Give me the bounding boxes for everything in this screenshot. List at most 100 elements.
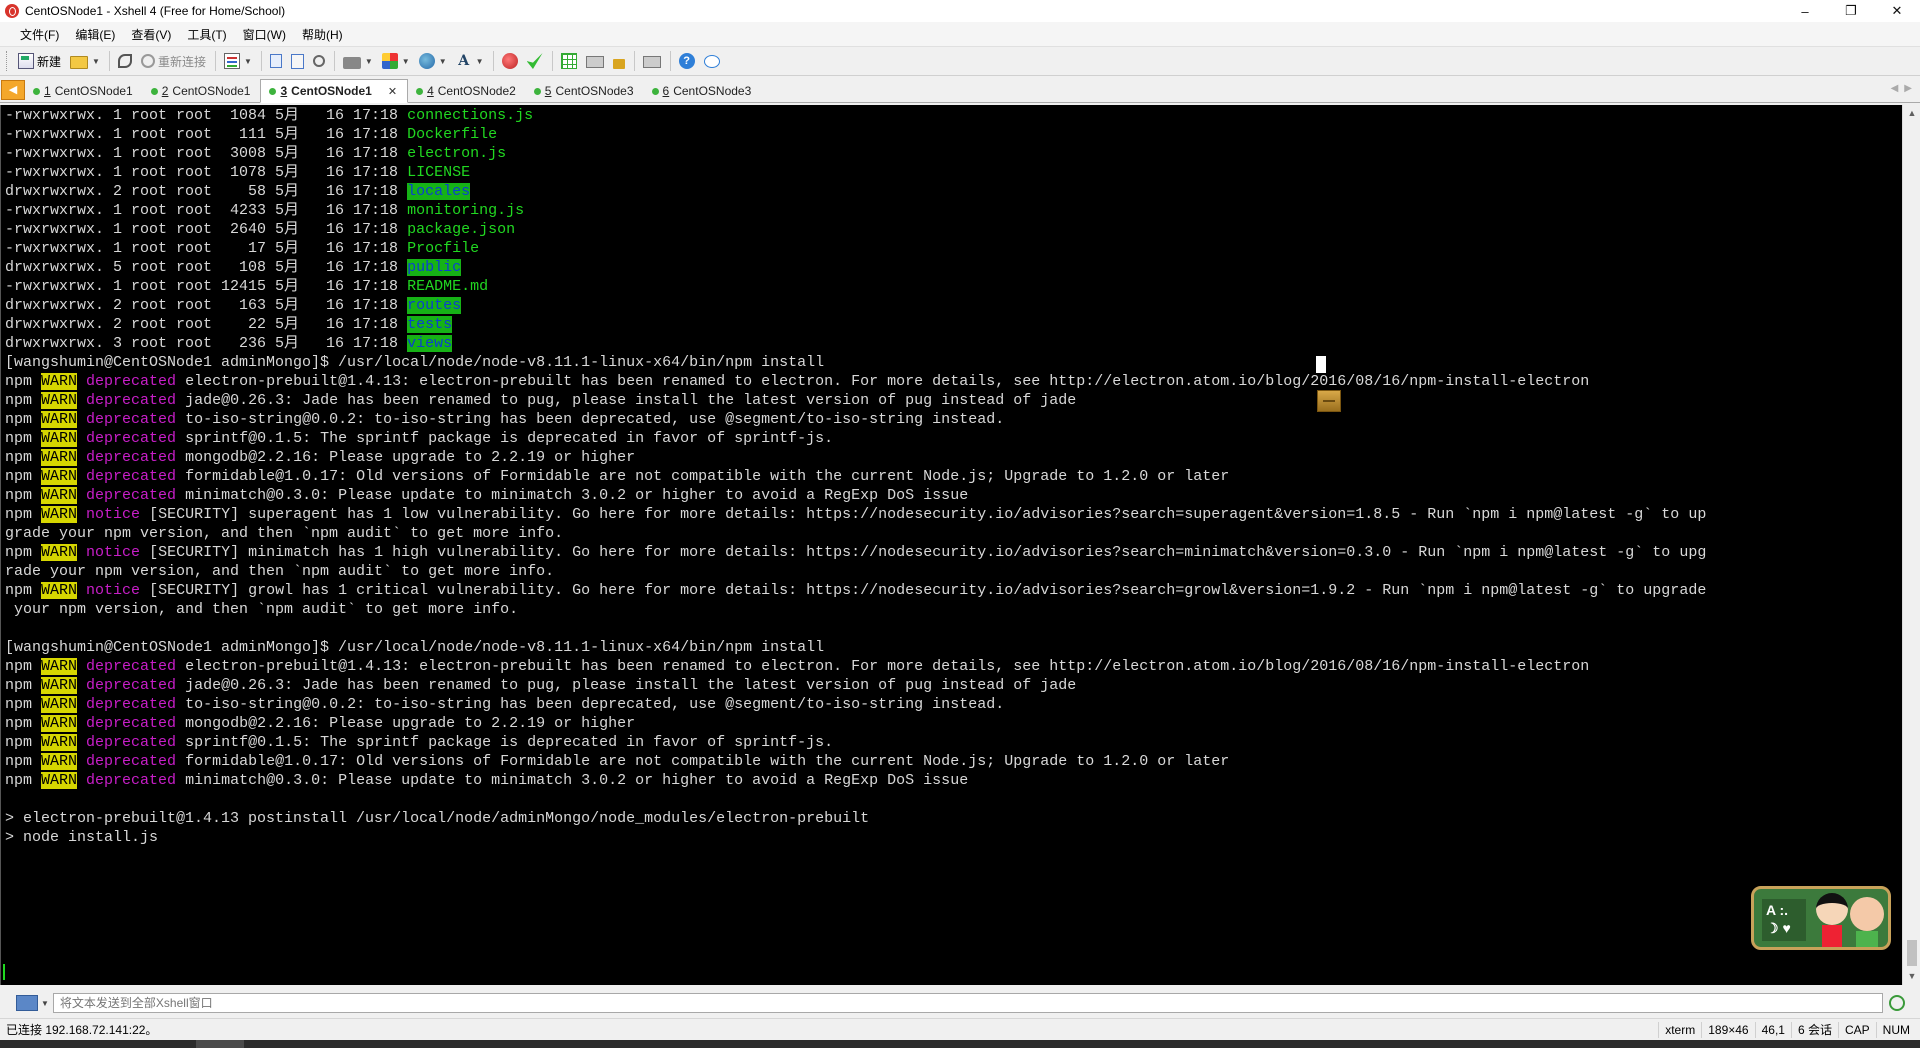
tab-session-3[interactable]: 3 CentOSNode1 ✕ [260,79,409,103]
paste-icon [290,53,304,69]
terminal-text: -rwxrwxrwx. 1 root root 1078 5月 16 17:18 [5,164,408,181]
new-session-button[interactable]: 新建 [14,50,65,72]
log-level-tag: deprecated [86,373,177,390]
tab-scroll-right-icon[interactable]: ▶ [1904,83,1912,94]
properties-button[interactable]: ▼ [220,50,256,72]
open-button[interactable]: ▼ [66,50,104,72]
compose-button[interactable] [582,50,608,72]
toolbar-grip[interactable] [6,51,9,71]
tab-session-6[interactable]: 6 CentOSNode3 [644,80,762,102]
compose-icon [585,56,604,68]
terminal-line: drwxrwxrwx. 2 root root 22 5月 16 17:18 t… [5,315,1706,334]
chevron-down-icon[interactable]: ▼ [41,999,49,1008]
terminal-line: -rwxrwxrwx. 1 root root 111 5月 16 17:18 … [5,125,1706,144]
tab-label: CentOSNode2 [437,84,516,98]
warn-tag: WARN [41,715,78,732]
warn-tag: WARN [41,487,78,504]
sticker-boy-body [1822,925,1842,947]
layout-button[interactable] [557,50,581,72]
terminal-line: npm WARN deprecated to-iso-string@0.0.2:… [5,695,1706,714]
file-name: monitoring.js [407,202,525,219]
scrollbar-thumb[interactable] [1907,940,1917,966]
log-level-tag: deprecated [86,734,177,751]
lock-button[interactable] [609,50,629,72]
terminal-text: minimatch@0.3.0: Please update to minima… [176,772,969,789]
chevron-down-icon: ▼ [401,56,410,66]
scroll-down-icon[interactable]: ▼ [1903,968,1920,985]
menu-edit[interactable]: 编辑(E) [67,26,123,43]
xmanager-button[interactable] [523,50,547,72]
menu-help[interactable]: 帮助(H) [294,26,351,43]
title-bar: CentOSNode1 - Xshell 4 (Free for Home/Sc… [0,0,1920,22]
log-level-tag: deprecated [86,411,177,428]
properties-icon [223,53,240,69]
warn-tag: WARN [41,582,78,599]
search-icon [312,55,325,67]
color-scheme-button[interactable]: ▼ [378,50,414,72]
globe-icon [418,53,435,69]
scroll-up-icon[interactable]: ▲ [1903,105,1920,122]
sticker-baby-face [1850,897,1884,931]
connect-button[interactable] [114,50,136,72]
send-icon[interactable] [1888,995,1905,1011]
copy-button[interactable] [266,50,286,72]
log-level-tag: notice [86,506,141,523]
tab-scroll-controls: ◀ ▶ [1891,83,1912,94]
encoding-button[interactable]: ▼ [415,50,451,72]
keyboard-button[interactable] [639,50,665,72]
compose-input[interactable] [52,993,1883,1013]
xftp-button[interactable] [498,50,522,72]
file-name: package.json [407,221,516,238]
close-button[interactable]: ✕ [1874,0,1920,22]
log-level-tag: deprecated [86,753,177,770]
tab-number: 6 [662,84,670,98]
tab-scroll-left-icon[interactable]: ◀ [1891,83,1899,94]
help-button[interactable]: ? [675,50,699,72]
menu-view[interactable]: 查看(V) [123,26,179,43]
font-button[interactable]: A ▼ [452,50,488,72]
menu-file[interactable]: 文件(F) [12,26,67,43]
warn-tag: WARN [41,544,78,561]
menu-tools[interactable]: 工具(T) [179,26,234,43]
xshell-app-icon [5,4,19,18]
tab-label: CentOSNode3 [673,84,752,98]
restore-button[interactable]: ❐ [1828,0,1874,22]
terminal-text: npm [5,582,42,599]
toolbar-separator [333,51,335,71]
directory-name: locales [407,183,471,200]
terminal-text: your npm version, and then `npm audit` t… [5,601,519,618]
warn-tag: WARN [41,772,78,789]
terminal-output[interactable]: -rwxrwxrwx. 1 root root 1084 5月 16 17:18… [0,105,1902,985]
print-button[interactable]: ▼ [339,50,377,72]
terminal-text: formidable@1.0.17: Old versions of Formi… [176,468,1230,485]
minimize-button[interactable]: – [1782,0,1828,22]
reconnect-button[interactable]: 重新连接 [137,50,210,72]
close-tab-icon[interactable]: ✕ [388,85,397,98]
menu-window[interactable]: 窗口(W) [235,26,294,43]
connected-status-icon [269,87,277,95]
tab-session-2[interactable]: 2 CentOSNode1 [143,80,261,102]
terminal-line: > electron-prebuilt@1.4.13 postinstall /… [5,809,1706,828]
tab-session-1[interactable]: 1 CentOSNode1 [25,80,143,102]
compose-mode-icon[interactable] [16,995,38,1011]
add-tab-button[interactable]: ◀ [1,80,25,100]
tab-session-4[interactable]: 4 CentOSNode2 [408,80,526,102]
terminal-text: -rwxrwxrwx. 1 root root 12415 5月 16 17:1… [5,278,408,295]
tab-label: CentOSNode1 [172,84,251,98]
paste-button[interactable] [287,50,308,72]
tab-session-5[interactable]: 5 CentOSNode3 [526,80,644,102]
connection-status: 已连接 192.168.72.141:22。 [6,1023,158,1037]
menu-bar: 文件(F) 编辑(E) 查看(V) 工具(T) 窗口(W) 帮助(H) [0,22,1920,46]
tab-label: CentOSNode3 [555,84,634,98]
terminal-line: drwxrwxrwx. 2 root root 163 5月 16 17:18 … [5,296,1706,315]
chat-button[interactable] [700,50,724,72]
mascot-sticker-image[interactable]: A :. ☽ ♥ [1751,886,1891,950]
terminal-vertical-scrollbar[interactable]: ▲ ▼ [1902,105,1920,985]
xftp-icon [501,53,518,69]
find-button[interactable] [309,50,329,72]
